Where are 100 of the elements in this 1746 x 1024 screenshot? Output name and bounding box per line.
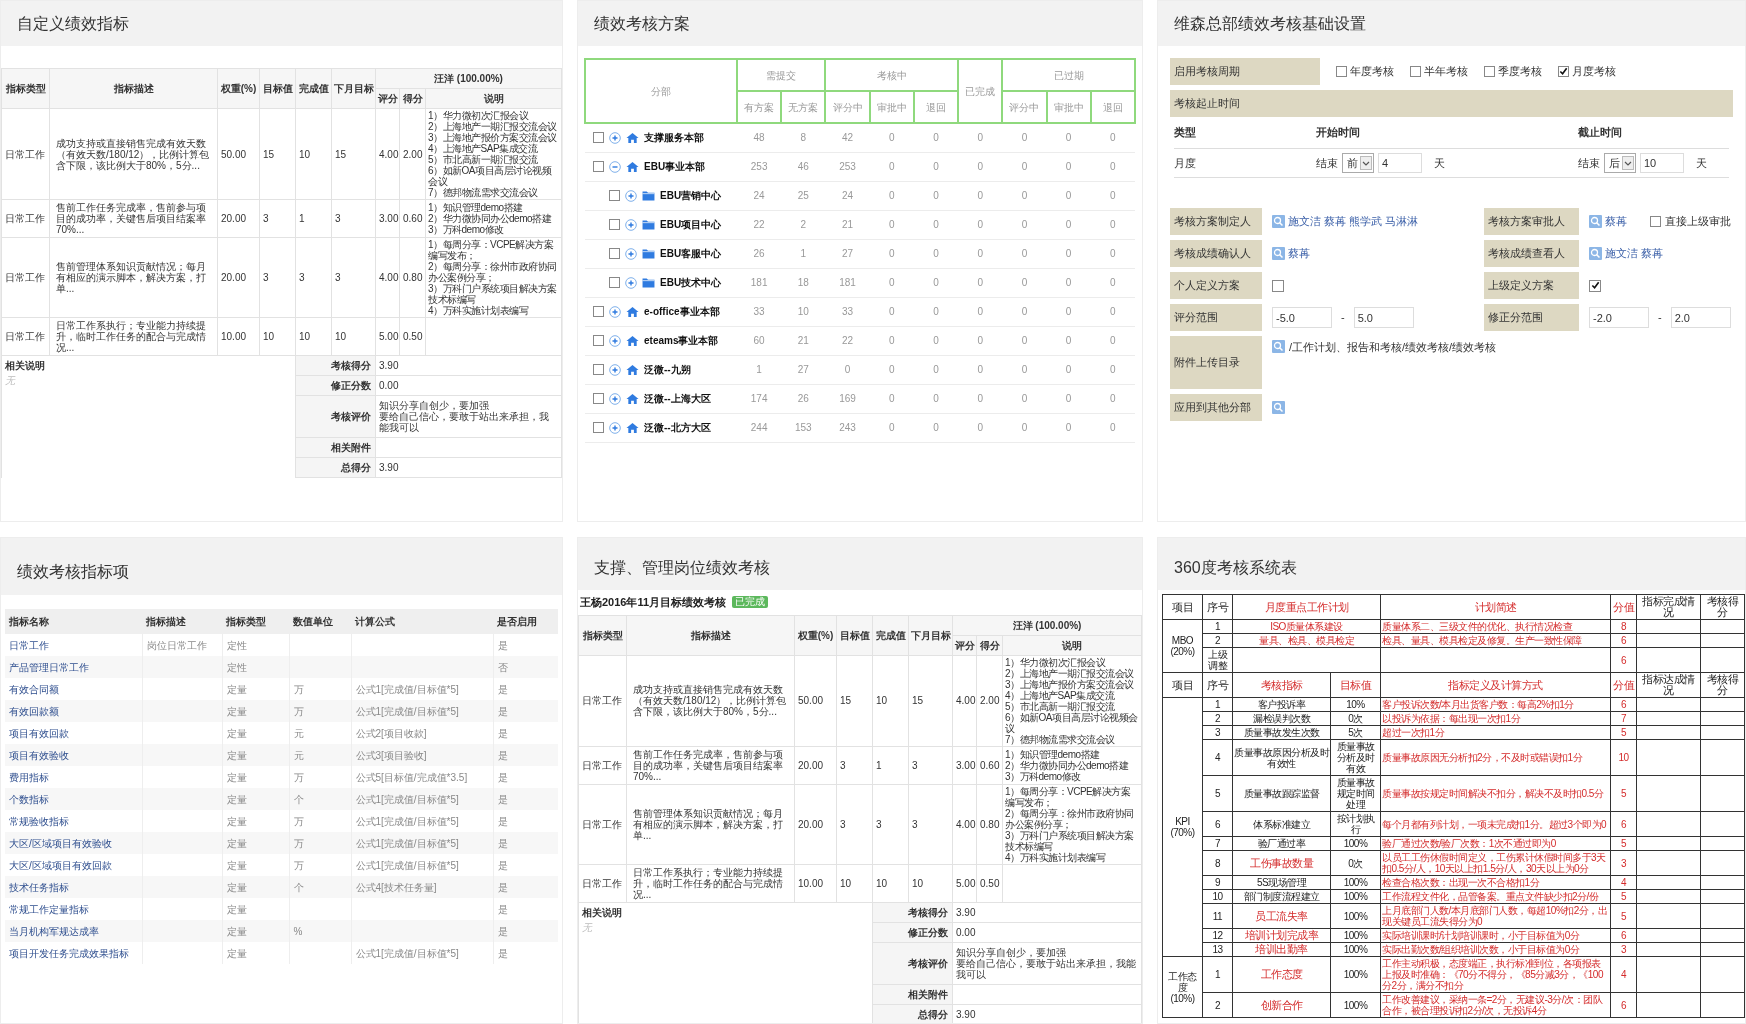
input-field[interactable]: 2.0 (1670, 307, 1731, 328)
department-name[interactable]: EBU营销中心 (660, 188, 722, 203)
input-field[interactable]: 4 (1378, 152, 1422, 173)
summary-label: 考核得分 (872, 902, 953, 922)
input-field[interactable]: -2.0 (1589, 307, 1649, 328)
checkbox[interactable] (609, 248, 620, 259)
checkbox[interactable] (593, 364, 604, 375)
column-header: 项目 (1162, 594, 1203, 620)
table-cell: 售前工作任务完成率，售前参与项目的成功率，关键售后项目结案率70%... (49, 199, 218, 238)
table-cell: 3 (908, 746, 953, 784)
summary-label: 总得分 (295, 457, 376, 478)
expand-icon[interactable] (625, 189, 637, 202)
checkbox[interactable] (1336, 66, 1347, 77)
search-icon[interactable] (1589, 247, 1602, 260)
checkbox[interactable] (1484, 66, 1495, 77)
department-name[interactable]: EBU事业本部 (644, 159, 706, 174)
field-label: 个人定义方案 (1170, 272, 1262, 299)
expand-icon[interactable] (609, 392, 621, 405)
table-cell: 10 (908, 864, 953, 902)
indicator-link[interactable]: 个数指标 (5, 788, 142, 810)
checkbox[interactable] (593, 422, 604, 433)
indicator-link[interactable]: 项目有效回款 (5, 722, 142, 744)
input-field[interactable]: 5.0 (1353, 307, 1414, 328)
expand-icon[interactable] (625, 247, 637, 260)
table-cell: 2 (1202, 711, 1233, 726)
checkbox[interactable] (1558, 66, 1569, 77)
indicator-link[interactable]: 有效合同额 (5, 678, 142, 700)
department-name[interactable]: e-office事业本部 (644, 304, 720, 319)
column-header: 考核得分 (1700, 672, 1745, 698)
expand-icon[interactable] (609, 334, 621, 347)
checkbox[interactable] (1649, 216, 1661, 227)
table-cell: 0.80 (976, 784, 1003, 864)
checkbox[interactable] (609, 219, 620, 230)
department-name[interactable]: 支撑服务本部 (644, 130, 704, 146)
table-cell: 27 (825, 239, 870, 268)
table-cell: 2 (781, 210, 826, 239)
indicator-link[interactable]: 常规验收指标 (5, 810, 142, 832)
person-link[interactable]: 马淋淋 (1385, 213, 1418, 230)
expand-icon[interactable] (609, 305, 621, 318)
checkbox[interactable] (593, 335, 604, 346)
checkbox[interactable] (1589, 279, 1601, 292)
department-name[interactable]: 泛微--上海大区 (644, 391, 711, 406)
note-item: 1）每周分享：VCPE解决方案编写发布； (1005, 785, 1132, 808)
department-name[interactable]: EBU项目中心 (660, 217, 722, 232)
indicator-link[interactable]: 常规工作定量指标 (5, 898, 142, 920)
checkbox[interactable] (609, 190, 620, 201)
search-icon[interactable] (1272, 215, 1285, 228)
dropdown[interactable]: 前 (1342, 152, 1374, 173)
checkbox[interactable] (593, 393, 604, 404)
note-item: 2）华力微协同办公demo搭建 (1005, 759, 1130, 771)
expand-icon[interactable] (625, 276, 637, 289)
department-name[interactable]: 泛微--北方大区 (644, 420, 711, 435)
summary-value: 0.00 (375, 375, 562, 396)
department-name[interactable]: 泛微--九朔 (644, 362, 691, 377)
table-cell: 4 (1610, 956, 1637, 993)
indicator-link[interactable]: 项目有效验收 (5, 744, 142, 766)
checkbox[interactable] (593, 306, 604, 317)
person-link[interactable]: 施文洁 (1288, 213, 1321, 230)
person-link[interactable]: 蔡苒 (1605, 213, 1627, 230)
table-cell: 0 (869, 326, 914, 355)
input-field[interactable]: 10 (1640, 152, 1684, 173)
expand-icon[interactable] (609, 131, 621, 144)
person-link[interactable]: 蔡苒 (1324, 213, 1346, 230)
expand-icon[interactable] (609, 421, 621, 434)
indicator-link[interactable]: 费用指标 (5, 766, 142, 788)
table-cell: 7 (1610, 711, 1637, 726)
checkbox[interactable] (1410, 66, 1421, 77)
person-link[interactable]: 蔡苒 (1288, 245, 1310, 262)
indicator-link[interactable]: 大区/区域项目有效回款 (5, 854, 142, 876)
search-icon[interactable] (1589, 215, 1602, 228)
person-link[interactable]: 熊学武 (1349, 213, 1382, 230)
department-name[interactable]: EBU客服中心 (660, 246, 722, 261)
collapse-icon[interactable] (609, 160, 621, 173)
person-link[interactable]: 施文洁 (1605, 245, 1638, 262)
indicator-link[interactable]: 项目开发任务完成效果指标 (5, 942, 142, 964)
table-cell: 6 (1202, 811, 1233, 837)
column-header: 序号 (1202, 594, 1233, 620)
checkbox[interactable] (609, 277, 620, 288)
table-cell: 3 (331, 199, 376, 238)
input-field[interactable]: -5.0 (1272, 307, 1332, 328)
department-name[interactable]: EBU技术中心 (660, 275, 722, 290)
checkbox[interactable] (593, 161, 604, 172)
person-link[interactable]: 蔡苒 (1641, 245, 1663, 262)
checkbox[interactable] (1272, 279, 1284, 292)
indicator-link[interactable]: 日常工作 (5, 634, 142, 656)
department-name[interactable]: eteams事业本部 (644, 333, 719, 348)
checkbox[interactable] (593, 132, 604, 144)
search-icon[interactable] (1272, 247, 1285, 260)
search-icon[interactable] (1272, 401, 1285, 414)
dropdown[interactable]: 后 (1604, 152, 1636, 173)
search-icon[interactable] (1272, 340, 1285, 353)
indicator-link[interactable]: 当月机构军规达成率 (5, 920, 142, 942)
indicator-link[interactable]: 技术任务指标 (5, 876, 142, 898)
indicator-link[interactable]: 大区/区域项目有效验收 (5, 832, 142, 854)
expand-icon[interactable] (609, 363, 621, 376)
indicator-link[interactable]: 产品管理日常工作 (5, 656, 142, 678)
checkbox-label: 直接上级审批 (1664, 214, 1731, 230)
table-cell: 上月底部门人数/本月底部门人数，每超10%扣2分，出现关键员工流失得分为0 (1380, 903, 1611, 929)
expand-icon[interactable] (625, 218, 637, 231)
indicator-link[interactable]: 有效回款额 (5, 700, 142, 722)
